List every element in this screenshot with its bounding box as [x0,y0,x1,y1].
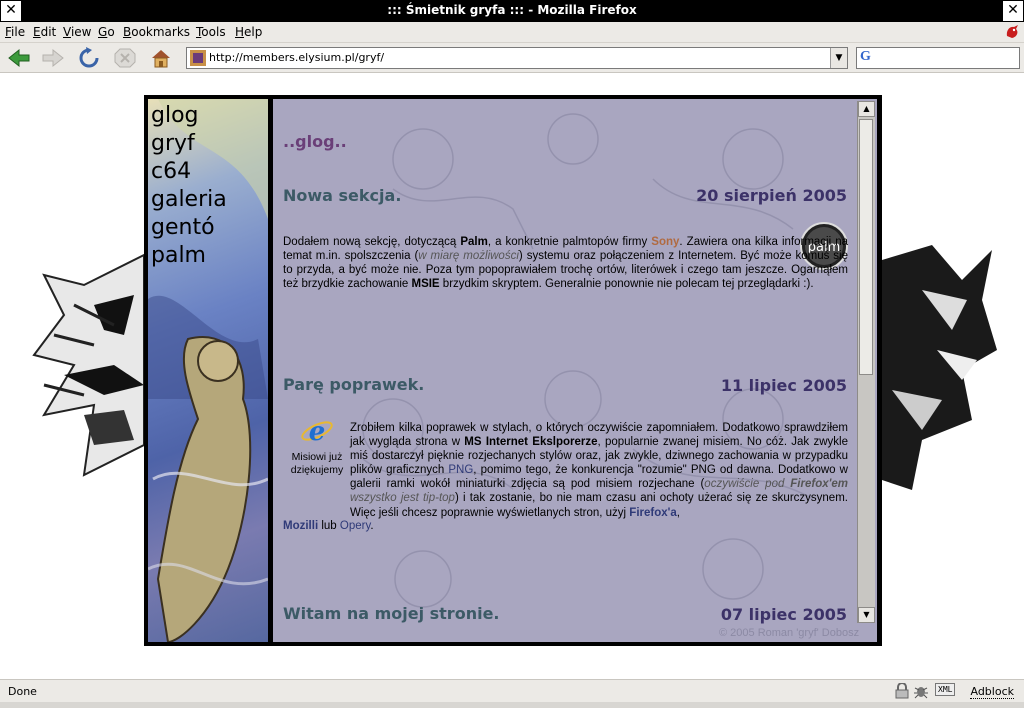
sony-link[interactable]: Sony [651,236,679,248]
nav-link-galeria[interactable]: galeria [151,186,227,214]
nav-link-c64[interactable]: c64 [151,158,191,186]
search-bar[interactable]: G [856,47,1020,69]
nav-link-gento[interactable]: gentó [151,214,215,242]
url-dropdown-icon[interactable]: ▼ [830,48,847,68]
back-arrow-icon[interactable] [6,46,32,70]
throbber-icon [1006,25,1018,38]
post-date: 11 lipiec 2005 [720,376,847,395]
content-scrollbar[interactable]: ▲ ▼ [857,101,875,623]
post-body: Dodałem nową sekcję, dotyczącą Palm, a k… [283,235,848,291]
nav-link-palm[interactable]: palm [151,242,206,270]
scroll-thumb[interactable] [859,119,873,375]
post-title: Nowa sekcja. [283,186,402,205]
post-bold-text: Palm [460,236,488,248]
menu-help[interactable]: Help [235,25,262,39]
post-text: , [676,506,680,519]
forward-arrow-icon[interactable] [40,46,66,70]
google-search-icon[interactable]: G [860,49,871,65]
lock-icon[interactable] [895,683,909,699]
post-bold-text: MS Internet Ekslporerze [464,436,598,449]
bug-icon[interactable] [913,683,929,699]
menu-bookmarks[interactable]: Bookmarks [123,25,190,39]
scroll-down-icon[interactable]: ▼ [858,607,875,623]
stop-icon[interactable] [112,46,138,70]
post-text: brzydkim skryptem. Generalnie ponownie n… [439,278,814,291]
svg-text:e: e [309,417,326,447]
site-favicon-icon [190,50,206,66]
home-icon[interactable] [148,46,174,70]
menu-edit[interactable]: Edit [33,25,56,39]
window-bottom-edge [0,702,1024,708]
menu-bar: File Edit View Go Bookmarks Tools Help [0,22,1024,43]
right-griffin-image [882,245,997,490]
site-navigation: glog gryf c64 galeria gentó palm [148,99,268,642]
post-bold-text: MSIE [411,278,440,291]
window-close-icon[interactable]: ✕ [1003,1,1023,21]
firefox-link[interactable]: Firefox'a [629,507,676,519]
post-title: Witam na mojej stronie. [283,604,500,623]
post-date: 07 lipiec 2005 [720,605,847,624]
mozilla-link[interactable]: Mozilli [283,520,318,532]
post-body: Zrobiłem kilka poprawek w stylach, o któ… [350,421,848,520]
main-content [273,99,877,642]
status-text: Done [8,685,37,698]
window-titlebar: ✕ ::: Śmietnik gryfa ::: - Mozilla Firef… [0,0,1024,22]
background-sketch-image [362,113,814,608]
left-griffin-image [32,253,145,477]
menu-tools[interactable]: Tools [196,25,226,39]
window-title: ::: Śmietnik gryfa ::: - Mozilla Firefox [387,3,637,17]
post-text: Dodałem nową sekcję, dotyczącą [283,236,461,248]
url-text[interactable]: http://members.elysium.pl/gryf/ [209,51,384,64]
post-text: lub [318,520,340,532]
post-body-end: Mozilli lub Opery. [283,519,483,533]
menu-view[interactable]: View [63,25,91,39]
adblock-button[interactable]: Adblock [970,685,1014,699]
section-heading: ..glog.. [283,132,347,151]
xml-badge[interactable]: XML [935,683,956,696]
post-text: . [370,520,374,532]
post-title: Parę poprawek. [283,375,425,394]
post-date: 20 sierpień 2005 [696,186,847,205]
post-italic-bold-text: Firefox'em [790,478,848,491]
reload-icon[interactable] [76,46,102,70]
menu-go[interactable]: Go [98,25,115,39]
ie-caption: Misiowi już dziękujemy [290,451,344,476]
nav-link-glog[interactable]: glog [151,102,199,130]
url-bar[interactable]: http://members.elysium.pl/gryf/ ▼ [186,47,848,69]
post-text: , a konkretnie palmtopów firmy [487,236,652,248]
post-italic-text: w miarę możliwości [418,250,519,263]
nav-link-gryf[interactable]: gryf [151,130,195,158]
status-bar: Done XML Adblock [0,679,1024,702]
opera-link[interactable]: Opery [340,520,370,532]
post-italic-text: oczywiście pod [704,478,791,491]
copyright-text: © 2005 Roman 'gryf' Dobosz [719,627,860,639]
post-italic-text: wszystko jest tip-top [350,492,455,505]
ie-logo-icon: e [301,417,333,447]
scroll-up-icon[interactable]: ▲ [858,101,875,117]
menu-file[interactable]: File [5,25,25,39]
png-link[interactable]: PNG [448,464,473,476]
